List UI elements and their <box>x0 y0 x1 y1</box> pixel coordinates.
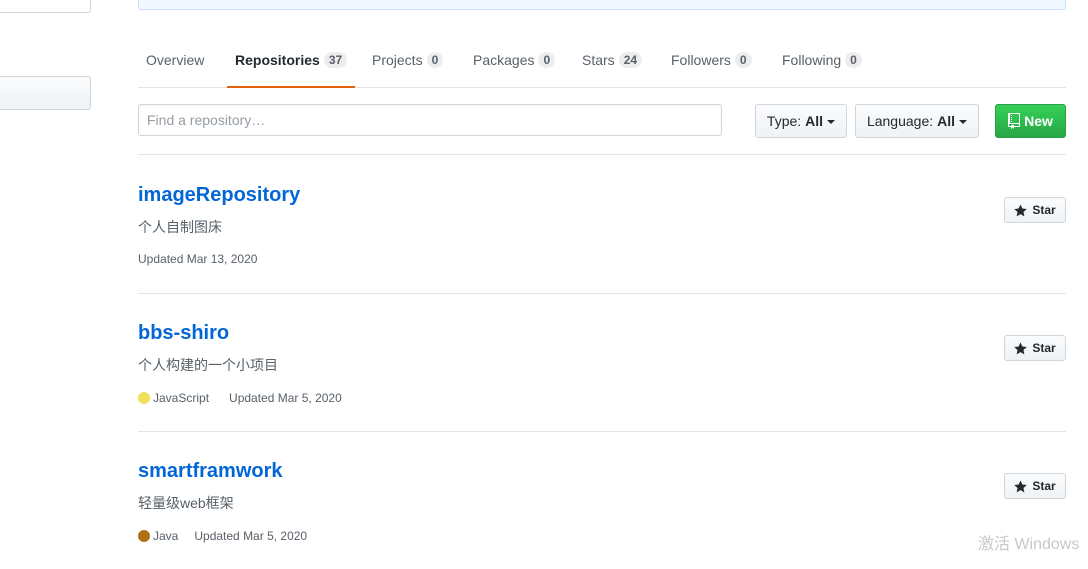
tab-counter: 0 <box>426 52 444 68</box>
star-label: Star <box>1032 479 1056 493</box>
repo-icon <box>1008 113 1021 129</box>
new-button-label: New <box>1024 113 1053 129</box>
tab-label: Following <box>782 52 842 68</box>
language-color-dot <box>138 530 150 542</box>
tab-counter: 37 <box>323 52 348 68</box>
caret-down-icon <box>827 120 836 124</box>
star-label: Star <box>1032 203 1056 217</box>
language-name: JavaScript <box>153 391 210 405</box>
tab-label: Overview <box>146 52 205 68</box>
sidebar-button-fragment[interactable] <box>0 76 91 110</box>
language-color-dot <box>138 392 150 404</box>
repo-name-link[interactable]: smartframwork <box>138 460 283 483</box>
star-button[interactable]: Star <box>1004 473 1066 499</box>
tab-counter: 0 <box>845 52 862 68</box>
language-filter-dropdown[interactable]: Language: All <box>855 104 979 138</box>
tab-followers[interactable]: Followers 0 <box>671 33 752 87</box>
tab-label: Stars <box>582 52 615 68</box>
tab-packages[interactable]: Packages 0 <box>473 33 556 87</box>
type-filter-label: Type: <box>766 113 802 129</box>
find-repository-input[interactable] <box>138 104 722 136</box>
tab-repositories[interactable]: Repositories 37 <box>226 33 356 88</box>
tab-label: Repositories <box>235 52 320 68</box>
tab-label: Projects <box>372 52 423 68</box>
language-filter-value: All <box>937 113 956 129</box>
repo-description: 个人构建的一个小项目 <box>138 357 278 373</box>
tab-counter: 0 <box>734 52 752 68</box>
tab-label: Packages <box>473 52 535 68</box>
caret-down-icon <box>959 120 968 124</box>
tab-stars[interactable]: Stars 24 <box>582 33 643 87</box>
star-label: Star <box>1032 341 1056 355</box>
activation-watermark: 激活 Windows <box>978 536 1080 553</box>
language-filter-label: Language: <box>866 113 934 129</box>
repo-name-link[interactable]: imageRepository <box>138 184 300 207</box>
repo-meta: JavaScript Updated Mar 5, 2020 <box>138 391 342 405</box>
repo-description: 个人自制图床 <box>138 219 222 235</box>
type-filter-dropdown[interactable]: Type: All <box>755 104 847 138</box>
repo-list-item: bbs-shiro 个人构建的一个小项目 JavaScript Updated … <box>138 293 1066 432</box>
tab-label: Followers <box>671 52 731 68</box>
star-button[interactable]: Star <box>1004 335 1066 361</box>
repo-meta: Updated Mar 13, 2020 <box>138 252 257 266</box>
star-icon <box>1014 203 1028 216</box>
tab-following[interactable]: Following 0 <box>782 33 862 87</box>
tab-projects[interactable]: Projects 0 <box>372 33 444 87</box>
repo-name-link[interactable]: bbs-shiro <box>138 322 229 345</box>
new-repository-button[interactable]: New <box>995 104 1066 138</box>
repo-list-item: smartframwork 轻量级web框架 Java Updated Mar … <box>138 431 1066 569</box>
repo-updated: Updated Mar 5, 2020 <box>229 391 342 405</box>
tab-counter: 0 <box>538 52 556 68</box>
repository-filter-bar: Type: All Language: All New <box>138 87 1066 155</box>
tab-overview[interactable]: Overview <box>146 33 204 87</box>
repo-list-item: imageRepository 个人自制图床 Updated Mar 13, 2… <box>138 155 1066 294</box>
notice-box <box>138 0 1066 10</box>
repo-language: JavaScript <box>138 391 209 405</box>
profile-tabs: Overview Repositories 37 Projects 0 Pack… <box>138 33 1066 88</box>
star-button[interactable]: Star <box>1004 197 1066 223</box>
tab-counter: 24 <box>618 52 643 68</box>
sidebar-input-fragment[interactable] <box>0 0 91 13</box>
star-icon <box>1014 341 1028 354</box>
repo-description: 轻量级web框架 <box>138 495 234 511</box>
repo-updated: Updated Mar 13, 2020 <box>138 252 258 266</box>
type-filter-value: All <box>805 113 824 129</box>
star-icon <box>1014 479 1028 492</box>
